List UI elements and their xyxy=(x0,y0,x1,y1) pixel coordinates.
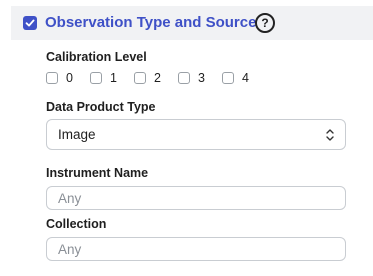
calibration-level-label: Calibration Level xyxy=(46,50,147,64)
calibration-checkbox[interactable] xyxy=(90,72,102,84)
calibration-option-label: 1 xyxy=(110,71,117,85)
instrument-name-label: Instrument Name xyxy=(46,166,149,180)
calibration-option-4[interactable]: 4 xyxy=(222,70,249,86)
check-icon xyxy=(25,19,35,27)
calibration-checkbox[interactable] xyxy=(178,72,190,84)
section-title: Observation Type and Source xyxy=(45,14,257,31)
calibration-option-label: 4 xyxy=(242,71,249,85)
calibration-option-1[interactable]: 1 xyxy=(90,70,117,86)
select-value: Image xyxy=(58,127,96,142)
calibration-checkbox[interactable] xyxy=(134,72,146,84)
section-header[interactable]: Observation Type and Source ? xyxy=(11,6,373,40)
chevron-up-down-icon xyxy=(326,129,334,141)
calibration-option-2[interactable]: 2 xyxy=(134,70,161,86)
data-product-type-select[interactable]: Image xyxy=(46,119,346,150)
calibration-option-label: 2 xyxy=(154,71,161,85)
collection-label: Collection xyxy=(46,217,107,231)
instrument-name-input[interactable] xyxy=(46,186,346,210)
calibration-option-label: 3 xyxy=(198,71,205,85)
calibration-option-label: 0 xyxy=(66,71,73,85)
calibration-checkbox[interactable] xyxy=(222,72,234,84)
calibration-option-0[interactable]: 0 xyxy=(46,70,73,86)
collection-input[interactable] xyxy=(46,237,346,261)
data-product-type-label: Data Product Type xyxy=(46,100,156,114)
calibration-option-3[interactable]: 3 xyxy=(178,70,205,86)
question-circle-icon[interactable]: ? xyxy=(255,13,275,33)
section-checkbox[interactable] xyxy=(23,16,37,30)
calibration-checkbox[interactable] xyxy=(46,72,58,84)
